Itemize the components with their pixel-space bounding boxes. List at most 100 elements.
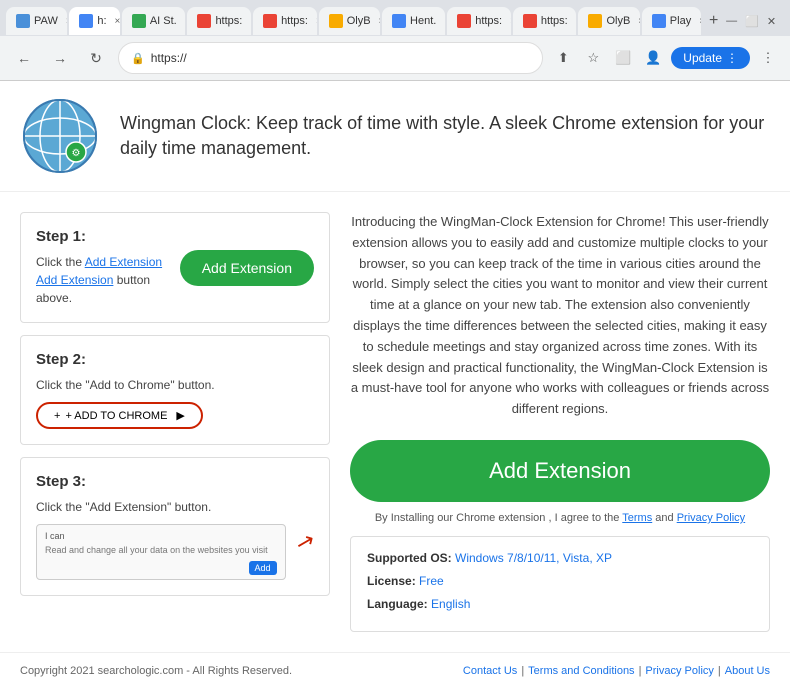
footer-copyright: Copyright 2021 searchologic.com - All Ri… xyxy=(20,665,292,677)
footer-privacy-link[interactable]: Privacy Policy xyxy=(645,665,713,677)
step-3-body: Click the "Add Extension" button. xyxy=(36,498,314,516)
tab-label-8: https: xyxy=(541,15,568,27)
add-to-chrome-label: + ADD TO CHROME xyxy=(65,410,167,422)
steps-column: Step 1: Click the Add Extension Add Exten… xyxy=(20,212,330,632)
tab-close-play[interactable]: × xyxy=(699,16,701,27)
tab-icon-9 xyxy=(588,14,602,28)
big-add-extension-button[interactable]: Add Extension xyxy=(350,440,770,502)
step-1-box: Step 1: Click the Add Extension Add Exten… xyxy=(20,212,330,323)
step-1-link2[interactable]: Add Extension xyxy=(36,273,113,287)
tab-8[interactable]: https: × xyxy=(513,7,577,35)
tab-close-6[interactable]: × xyxy=(444,16,445,27)
footer: Copyright 2021 searchologic.com - All Ri… xyxy=(0,652,790,689)
tab-label-5: OlyB xyxy=(347,15,371,27)
tab-label-play: Play xyxy=(670,15,691,27)
step-3-title: Step 3: xyxy=(36,473,314,490)
arrow-icon: ▶ xyxy=(176,409,184,422)
tab-close-7[interactable]: × xyxy=(510,16,511,27)
tab-close-5[interactable]: × xyxy=(379,16,381,27)
tab-icon-active xyxy=(79,14,93,28)
tab-label-3: https: xyxy=(215,15,242,27)
privacy-link2[interactable]: Privacy Policy xyxy=(677,512,745,524)
add-to-chrome-mock: + + ADD TO CHROME ▶ xyxy=(36,402,203,429)
maximize-icon[interactable]: ⬜ xyxy=(745,15,759,28)
dialog-line2: Read and change all your data on the web… xyxy=(45,545,277,555)
tab-paw[interactable]: PAW × xyxy=(6,7,67,35)
tab-close-4[interactable]: × xyxy=(316,16,317,27)
header-title: Wingman Clock: Keep track of time with s… xyxy=(120,111,770,161)
step-1-add-button[interactable]: Add Extension xyxy=(180,250,314,286)
tab-5[interactable]: OlyB × xyxy=(319,7,380,35)
description-text: Introducing the WingMan-Clock Extension … xyxy=(350,212,770,420)
address-text: https:// xyxy=(151,51,531,65)
tab-icon-3 xyxy=(197,14,211,28)
step-1-title: Step 1: xyxy=(36,228,165,245)
footer-about-link[interactable]: About Us xyxy=(725,665,770,677)
logo-globe: ⚙ xyxy=(20,96,100,176)
terms-link[interactable]: Terms xyxy=(622,512,652,524)
arrow-indicator: ↗ xyxy=(293,527,318,557)
tab-6[interactable]: Hent. × xyxy=(382,7,445,35)
menu-icon[interactable]: ⋮ xyxy=(756,46,780,70)
forward-button[interactable]: → xyxy=(46,44,74,72)
update-label: Update xyxy=(683,51,722,65)
os-line: Supported OS: Windows 7/8/10/11, Vista, … xyxy=(367,549,753,568)
tab-label: PAW xyxy=(34,15,58,27)
minimize-icon[interactable]: — xyxy=(726,15,737,27)
tab-close-3[interactable]: × xyxy=(250,16,251,27)
address-box[interactable]: 🔒 https:// xyxy=(118,42,543,74)
info-box: Supported OS: Windows 7/8/10/11, Vista, … xyxy=(350,536,770,632)
new-tab-button[interactable]: + xyxy=(703,7,724,35)
plus-icon: + xyxy=(54,410,60,422)
step-1-inner: Step 1: Click the Add Extension Add Exten… xyxy=(36,228,314,307)
tab-close-8[interactable]: × xyxy=(576,16,577,27)
tab-label-9: OlyB xyxy=(606,15,630,27)
header-text: Wingman Clock: Keep track of time with s… xyxy=(120,111,770,161)
tab-play[interactable]: Play × xyxy=(642,7,702,35)
bookmark-icon[interactable]: ☆ xyxy=(581,46,605,70)
tab-active[interactable]: h: × xyxy=(69,7,119,35)
tab-label-6: Hent. xyxy=(410,15,436,27)
step-3-dialog-mock: I can Read and change all your data on t… xyxy=(36,524,286,580)
profile-icon[interactable]: 👤 xyxy=(641,46,665,70)
tab-9[interactable]: OlyB × xyxy=(578,7,639,35)
footer-contact-link[interactable]: Contact Us xyxy=(463,665,517,677)
tab-icon-play xyxy=(652,14,666,28)
language-line: Language: English xyxy=(367,595,753,614)
footer-terms-link[interactable]: Terms and Conditions xyxy=(528,665,634,677)
tab-icon-4 xyxy=(263,14,277,28)
step-2-body: Click the "Add to Chrome" button. xyxy=(36,376,314,394)
back-button[interactable]: ← xyxy=(10,44,38,72)
step-1-link[interactable]: Add Extension xyxy=(85,255,162,269)
step-3-inner: I can Read and change all your data on t… xyxy=(36,524,314,580)
tab-close[interactable]: × xyxy=(66,16,68,27)
step-2-text: Click the "Add to Chrome" button. xyxy=(36,378,215,392)
tab-close-ai[interactable]: × xyxy=(185,16,186,27)
tab-ai[interactable]: AI St. × xyxy=(122,7,186,35)
tab-label-7: https: xyxy=(475,15,502,27)
tab-close-active[interactable]: × xyxy=(115,16,120,27)
update-menu-icon: ⋮ xyxy=(726,51,738,65)
share-icon[interactable]: ⬆ xyxy=(551,46,575,70)
step-1-text-before: Click the xyxy=(36,255,85,269)
close-icon[interactable]: ✕ xyxy=(767,15,776,28)
extensions-icon[interactable]: ⬜ xyxy=(611,46,635,70)
dialog-line1: I can xyxy=(45,531,277,541)
tab-label-active: h: xyxy=(97,15,106,27)
step-3-box: Step 3: Click the "Add Extension" button… xyxy=(20,457,330,596)
tab-icon-7 xyxy=(457,14,471,28)
step-1-text: Step 1: Click the Add Extension Add Exten… xyxy=(36,228,165,307)
toolbar-icons: ⬆ ☆ ⬜ 👤 Update ⋮ ⋮ xyxy=(551,46,780,70)
tab-4[interactable]: https: × xyxy=(253,7,317,35)
tab-close-9[interactable]: × xyxy=(638,16,640,27)
footer-sep-3: | xyxy=(718,665,721,677)
dialog-buttons: Add xyxy=(45,563,277,573)
lock-icon: 🔒 xyxy=(131,52,145,65)
dialog-add-btn[interactable]: Add xyxy=(249,561,277,575)
tab-icon-5 xyxy=(329,14,343,28)
tab-3[interactable]: https: × xyxy=(187,7,251,35)
tab-7[interactable]: https: × xyxy=(447,7,511,35)
reload-button[interactable]: ↻ xyxy=(82,44,110,72)
right-column: Introducing the WingMan-Clock Extension … xyxy=(350,212,770,632)
update-button[interactable]: Update ⋮ xyxy=(671,47,750,69)
